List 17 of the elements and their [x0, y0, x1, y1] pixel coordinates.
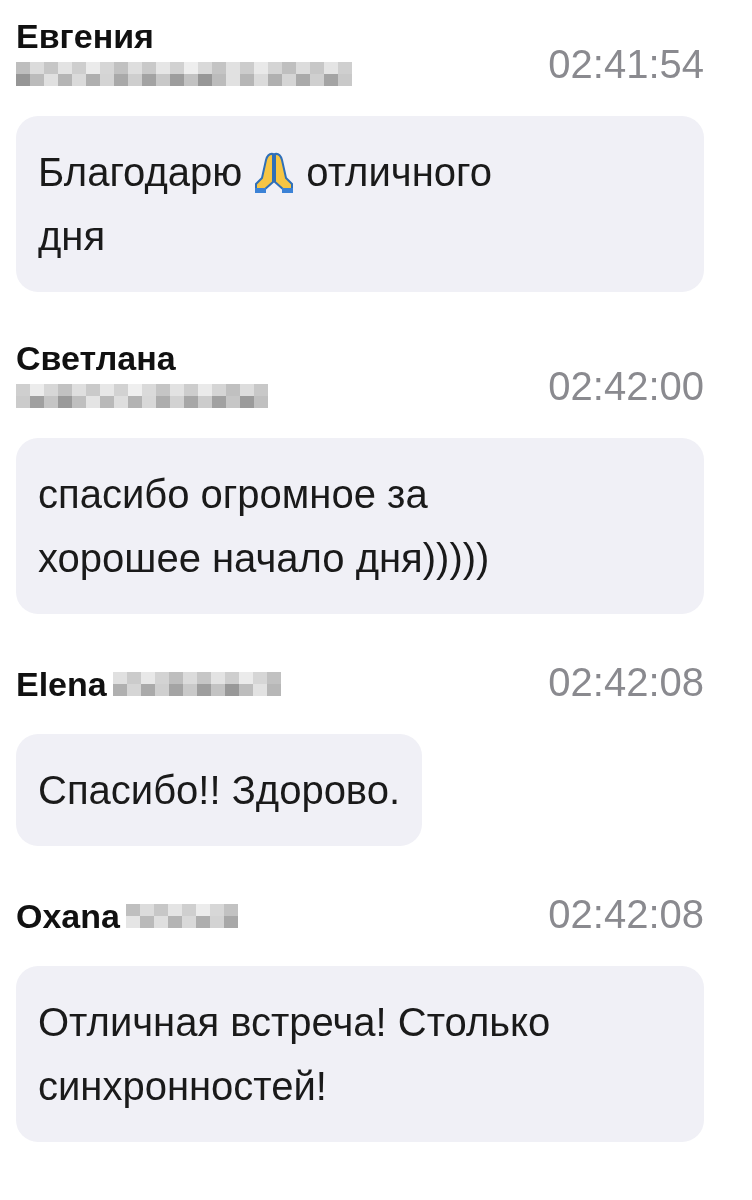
sender-name: Oxana	[16, 896, 120, 936]
message-time: 02:42:08	[548, 892, 704, 936]
message-text: спасибо огромное за	[38, 471, 428, 517]
sender-name: Elena	[16, 664, 107, 704]
message-text: отличного	[306, 149, 492, 195]
sender-name: Светлана	[16, 338, 177, 378]
praying-hands-icon	[254, 150, 295, 194]
message-time: 02:42:08	[548, 660, 704, 704]
message-text: хорошее начало дня)))))	[38, 535, 490, 581]
message-text: дня	[38, 213, 106, 259]
message-text: Спасибо!! Здорово.	[38, 767, 401, 813]
sender-name: Евгения	[16, 16, 155, 56]
message-text: синхронностей!	[38, 1063, 327, 1109]
message-text: Отличная встреча! Столько	[38, 999, 551, 1045]
message-text: Благодарю	[38, 149, 243, 195]
message-time: 02:41:54	[548, 42, 704, 86]
message-time: 02:42:00	[548, 364, 704, 408]
